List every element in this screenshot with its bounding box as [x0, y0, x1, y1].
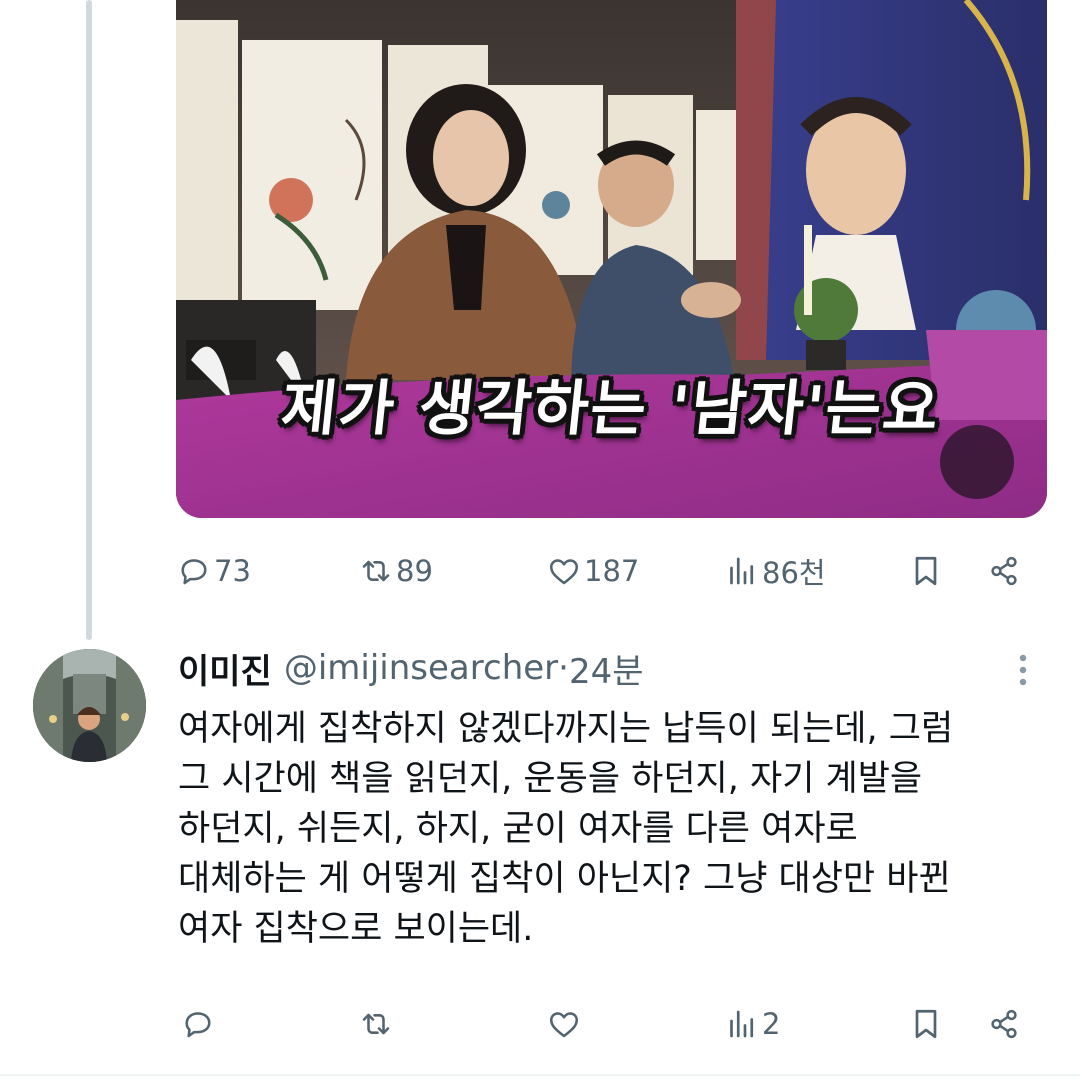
divider — [0, 1074, 1080, 1076]
heart-icon — [549, 1012, 579, 1038]
more-options-icon[interactable] — [1008, 650, 1038, 690]
like-count: 187 — [584, 554, 640, 588]
bookmark-button[interactable] — [908, 543, 944, 599]
post-action-bar: 73 89 187 86천 — [0, 543, 1080, 599]
avatar-photo — [33, 649, 146, 762]
reply-count: 73 — [214, 554, 251, 588]
post-time[interactable]: 24분 — [569, 644, 644, 693]
like-button[interactable] — [546, 996, 584, 1052]
analytics-icon — [730, 557, 754, 585]
share-icon — [991, 556, 1017, 586]
user-handle[interactable]: @imijinsearcher — [284, 648, 558, 688]
reply-header: 이미진 @imijinsearcher · 24분 — [178, 644, 644, 692]
reply-button[interactable] — [180, 996, 218, 1052]
reply-text-line: 그 시간에 책을 읽던지, 운동을 하던지, 자기 계발을 — [178, 759, 923, 799]
share-icon — [991, 1009, 1017, 1039]
views-button[interactable]: 2 — [724, 996, 780, 1052]
reply-text-line: 하던지, 쉬든지, 하지, 굳이 여자를 다른 여자로 — [178, 809, 858, 849]
repost-icon — [362, 560, 390, 582]
tweet-video[interactable]: 제가 생각하는 '남자'는요 — [176, 0, 1047, 518]
header-separator: · — [558, 648, 569, 688]
heart-icon — [549, 559, 579, 585]
repost-button[interactable]: 89 — [358, 543, 433, 599]
view-count: 86천 — [762, 556, 826, 590]
share-button[interactable] — [986, 543, 1022, 599]
bookmark-button[interactable] — [908, 996, 944, 1052]
repost-icon — [362, 1013, 390, 1035]
reply-icon — [185, 1012, 211, 1038]
view-count: 2 — [762, 1007, 781, 1041]
avatar[interactable] — [33, 649, 146, 762]
reply-text-line: 대체하는 게 어떻게 집착이 아닌지? 그냥 대상만 바뀐 — [178, 859, 951, 899]
share-button[interactable] — [986, 996, 1022, 1052]
repost-count: 89 — [396, 554, 433, 588]
repost-button[interactable] — [358, 996, 396, 1052]
like-button[interactable]: 187 — [546, 543, 639, 599]
reply-text: 여자에게 집착하지 않겠다까지는 납득이 되는데, 그럼 그 시간에 책을 읽던… — [178, 704, 1058, 954]
reply-button[interactable]: 73 — [176, 543, 251, 599]
views-button[interactable]: 86천 — [724, 543, 826, 599]
speaker-muted-icon — [940, 425, 1047, 518]
reply-icon — [181, 559, 207, 585]
analytics-icon — [730, 1010, 754, 1038]
bookmark-icon — [915, 1009, 937, 1039]
reply-text-line: 여자 집착으로 보이는데. — [178, 909, 534, 949]
display-name[interactable]: 이미진 — [178, 644, 272, 693]
video-caption: 제가 생각하는 '남자'는요 — [277, 374, 944, 444]
bookmark-icon — [915, 556, 937, 586]
reply-action-bar: 2 — [0, 996, 1080, 1052]
mute-button[interactable] — [940, 425, 1014, 499]
reply-text-line: 여자에게 집착하지 않겠다까지는 납득이 되는데, 그럼 — [178, 709, 954, 749]
